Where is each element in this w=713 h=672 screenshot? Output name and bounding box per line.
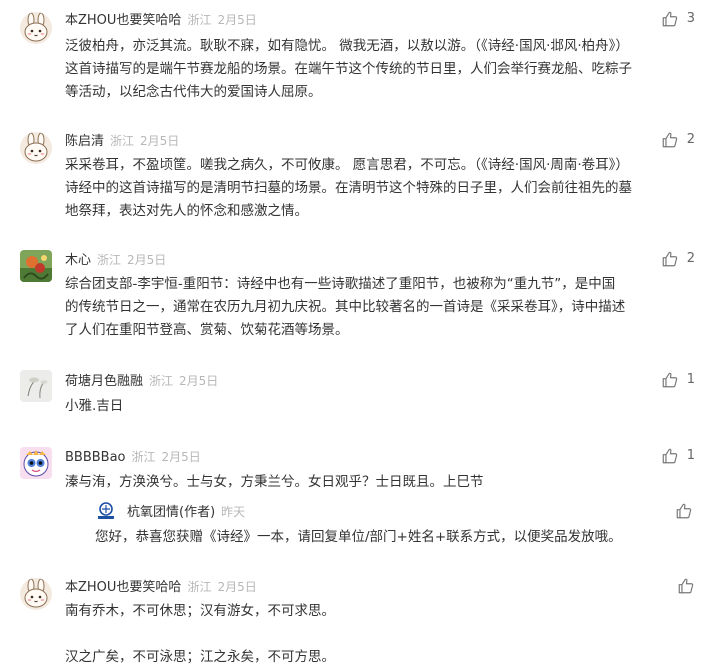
like-button[interactable]: [677, 576, 695, 596]
comment-line: 地祭拜，表达对先人的怀念和感激之情。: [65, 203, 308, 219]
comment-author[interactable]: 本ZHOU也要笑哈哈: [65, 13, 181, 28]
thumbs-up-icon[interactable]: [661, 131, 679, 149]
like-count: 1: [686, 448, 695, 463]
comment-line: 诗经中的这首诗描写的是清明节扫墓的场景。在清明节这个特殊的日子里，人们会前往祖先…: [65, 180, 632, 196]
comment-line: 综合团支部-李宇恒-重阳节：诗经中也有一些诗歌描述了重阳节，也被称为“重九节”，…: [65, 276, 616, 292]
comment-date: 2月5日: [127, 253, 167, 267]
comment-date: 2月5日: [140, 134, 180, 148]
like-count: 3: [686, 11, 695, 26]
comment-author[interactable]: 荷塘月色融融: [65, 374, 143, 389]
reply-like-button[interactable]: [675, 501, 693, 521]
comment-meta: 荷塘月色融融 浙江 2月5日: [65, 370, 218, 390]
comment-line: 南有乔木，不可休思；汉有游女，不可求思。: [65, 603, 335, 619]
thumbs-up-icon[interactable]: [661, 10, 679, 28]
comment-line: 这首诗描写的是端午节赛龙船的场景。在端午节这个传统的节日里，人们会举行赛龙船、吃…: [65, 61, 632, 77]
bunny-avatar[interactable]: [20, 578, 52, 610]
thumbs-up-icon[interactable]: [677, 577, 695, 595]
comment-text: 综合团支部-李宇恒-重阳节：诗经中也有一些诗歌描述了重阳节，也被称为“重九节”，…: [65, 273, 705, 342]
comment-location: 浙江: [110, 134, 135, 148]
comment-author[interactable]: 陈启清: [65, 134, 104, 149]
comment-text: 小雅.吉日: [65, 395, 705, 418]
comment-date: 2月5日: [161, 450, 201, 464]
comment-text: 南有乔木，不可休思；汉有游女，不可求思。 汉之广矣，不可泳思；江之永矣，不可方思…: [65, 600, 705, 669]
thumbs-up-icon[interactable]: [661, 250, 679, 268]
reply-line: 您好，恭喜您获赠《诗经》一本，请回复单位/部门+姓名+联系方式，以便奖品发放哦。: [95, 529, 622, 545]
comment-line: [65, 623, 705, 646]
lotus-avatar[interactable]: [20, 370, 52, 402]
like-button[interactable]: 1: [661, 370, 695, 390]
reply-text: 您好，恭喜您获赠《诗经》一本，请回复单位/部门+姓名+联系方式，以便奖品发放哦。: [95, 526, 695, 549]
comment-line: 小雅.吉日: [65, 398, 124, 414]
bunny-avatar[interactable]: [20, 12, 52, 44]
reply-meta: 杭氧团情(作者) 昨天: [127, 501, 245, 521]
reply-date: 昨天: [221, 505, 246, 519]
comment-line: 溱与洧，方涣涣兮。士与女，方秉兰兮。女日观乎？士日既且。上巳节: [65, 474, 484, 490]
comment-meta: BBBBBao 浙江 2月5日: [65, 446, 201, 466]
comment-date: 2月5日: [217, 13, 257, 27]
comment-location: 浙江: [131, 450, 156, 464]
reply-author[interactable]: 杭氧团情(作者): [127, 505, 215, 520]
logo-avatar[interactable]: [95, 500, 117, 522]
comment-meta: 木心 浙江 2月5日: [65, 249, 166, 269]
comment-location: 浙江: [149, 374, 174, 388]
like-button[interactable]: 2: [661, 249, 695, 269]
like-button[interactable]: 3: [661, 9, 695, 29]
like-count: 2: [686, 251, 695, 266]
comment-location: 浙江: [97, 253, 122, 267]
thumbs-up-icon[interactable]: [675, 502, 693, 520]
bunny-avatar[interactable]: [20, 132, 52, 164]
comment-line: 了人们在重阳节登高、赏菊、饮菊花酒等场景。: [65, 322, 349, 338]
comment-line: 泛彼柏舟，亦泛其流。耿耿不寐，如有隐忧。 微我无酒，以敖以游。（《诗经·国风·邶…: [65, 38, 629, 54]
comment-date: 2月5日: [217, 580, 257, 594]
comment-line: 等活动，以纪念古代伟大的爱国诗人屈原。: [65, 84, 322, 100]
thumbs-up-icon[interactable]: [661, 371, 679, 389]
comment-meta: 陈启清 浙江 2月5日: [65, 130, 179, 150]
like-count: 2: [686, 132, 695, 147]
comment-line: 的传统节日之一，通常在农历九月初九庆祝。其中比较著名的一首诗是《采采卷耳》，诗中…: [65, 299, 626, 315]
like-count: 1: [686, 372, 695, 387]
cartoon-face-avatar[interactable]: [20, 447, 52, 479]
like-button[interactable]: 1: [661, 446, 695, 466]
comment-text: 采采卷耳，不盈顷筐。嗟我之病久，不可攸康。 愿言思君，不可忘。（《诗经·国风·周…: [65, 154, 705, 223]
thumbs-up-icon[interactable]: [661, 447, 679, 465]
comment-author[interactable]: BBBBBao: [65, 450, 126, 465]
comment-meta: 本ZHOU也要笑哈哈 浙江 2月5日: [65, 576, 257, 596]
comment-author[interactable]: 本ZHOU也要笑哈哈: [65, 580, 181, 595]
comment-text: 溱与洧，方涣涣兮。士与女，方秉兰兮。女日观乎？士日既且。上巳节: [65, 471, 705, 494]
comment-meta: 本ZHOU也要笑哈哈 浙江 2月5日: [65, 9, 257, 29]
comment-author[interactable]: 木心: [65, 253, 91, 268]
comment-text: 泛彼柏舟，亦泛其流。耿耿不寐，如有隐忧。 微我无酒，以敖以游。（《诗经·国风·邶…: [65, 35, 705, 104]
like-button[interactable]: 2: [661, 130, 695, 150]
comment-date: 2月5日: [179, 374, 219, 388]
author-reply: 杭氧团情(作者) 昨天 您好，恭喜您获赠《诗经》一本，请回复单位/部门+姓名+联系…: [65, 500, 713, 552]
comment-location: 浙江: [187, 13, 212, 27]
painting-avatar[interactable]: [20, 250, 52, 282]
comment-location: 浙江: [187, 580, 212, 594]
comment-line: 汉之广矣，不可泳思；江之永矣，不可方思。: [65, 649, 335, 665]
comment-line: 采采卷耳，不盈顷筐。嗟我之病久，不可攸康。 愿言思君，不可忘。（《诗经·国风·周…: [65, 157, 629, 173]
